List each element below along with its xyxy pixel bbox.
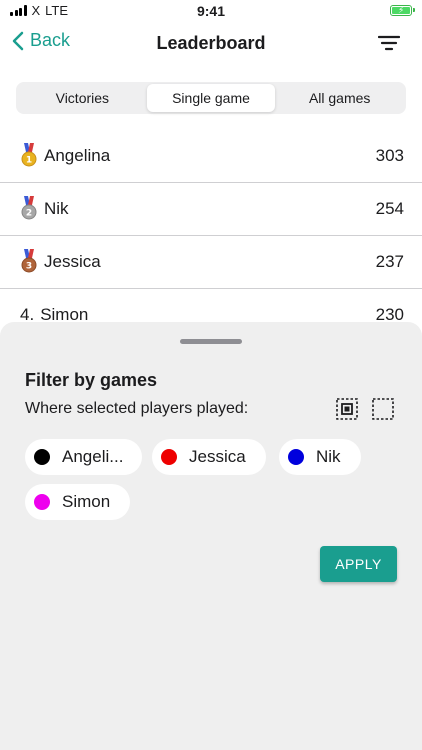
player-name: Jessica — [44, 252, 101, 271]
filter-bottom-sheet: Filter by games Where selected players p… — [0, 322, 422, 750]
navigation-bar: Back Leaderboard — [0, 24, 422, 64]
tab-single-game[interactable]: Single game — [146, 84, 276, 112]
status-time: 9:41 — [196, 3, 226, 19]
player-score: 254 — [375, 199, 404, 218]
page-title: Leaderboard — [156, 33, 266, 53]
player-chip[interactable]: Jessica — [152, 439, 266, 475]
leaderboard-row[interactable]: 2 Nik 254 — [0, 183, 422, 236]
player-name: Angelina — [44, 146, 111, 165]
player-color-dot — [34, 494, 50, 510]
leaderboard-list: 1 Angelina 303 2 Nik 254 3 Jessica 237 4… — [0, 130, 422, 342]
tab-victories[interactable]: Victories — [18, 84, 147, 112]
svg-text:1: 1 — [26, 156, 32, 166]
gold-medal-icon: 1 — [21, 143, 37, 167]
bronze-medal-icon: 3 — [21, 249, 37, 273]
deselect-all-icon[interactable] — [372, 398, 394, 420]
select-all-icon[interactable] — [336, 398, 358, 420]
player-chip[interactable]: Nik — [279, 439, 361, 475]
sheet-grabber[interactable] — [180, 339, 242, 344]
chip-label: Angeli... — [62, 447, 124, 466]
player-score: 303 — [375, 146, 404, 165]
player-color-dot — [161, 449, 177, 465]
player-color-dot — [288, 449, 304, 465]
svg-text:2: 2 — [26, 209, 32, 219]
svg-text:3: 3 — [26, 262, 32, 272]
chip-label: Jessica — [189, 447, 246, 466]
chip-label: Simon — [62, 492, 111, 511]
battery-icon: ⚡ — [390, 5, 415, 16]
player-chip[interactable]: Angeli... — [25, 439, 142, 475]
leaderboard-row[interactable]: 1 Angelina 303 — [0, 130, 422, 183]
chip-label: Nik — [316, 447, 341, 466]
sheet-subtitle: Where selected players played: — [25, 400, 249, 417]
player-color-dot — [34, 449, 50, 465]
leaderboard-row[interactable]: 3 Jessica 237 — [0, 236, 422, 289]
apply-button[interactable]: APPLY — [320, 546, 397, 582]
status-bar: X LTE 9:41 ⚡ — [0, 0, 422, 24]
player-chip[interactable]: Simon — [25, 484, 130, 520]
silver-medal-icon: 2 — [21, 196, 37, 220]
player-name: Nik — [44, 199, 69, 218]
segmented-control: Victories Single game All games — [16, 82, 406, 114]
filter-icon[interactable] — [378, 34, 400, 52]
sheet-title: Filter by games — [25, 370, 158, 390]
tab-all-games[interactable]: All games — [275, 84, 404, 112]
player-score: 237 — [375, 252, 404, 271]
